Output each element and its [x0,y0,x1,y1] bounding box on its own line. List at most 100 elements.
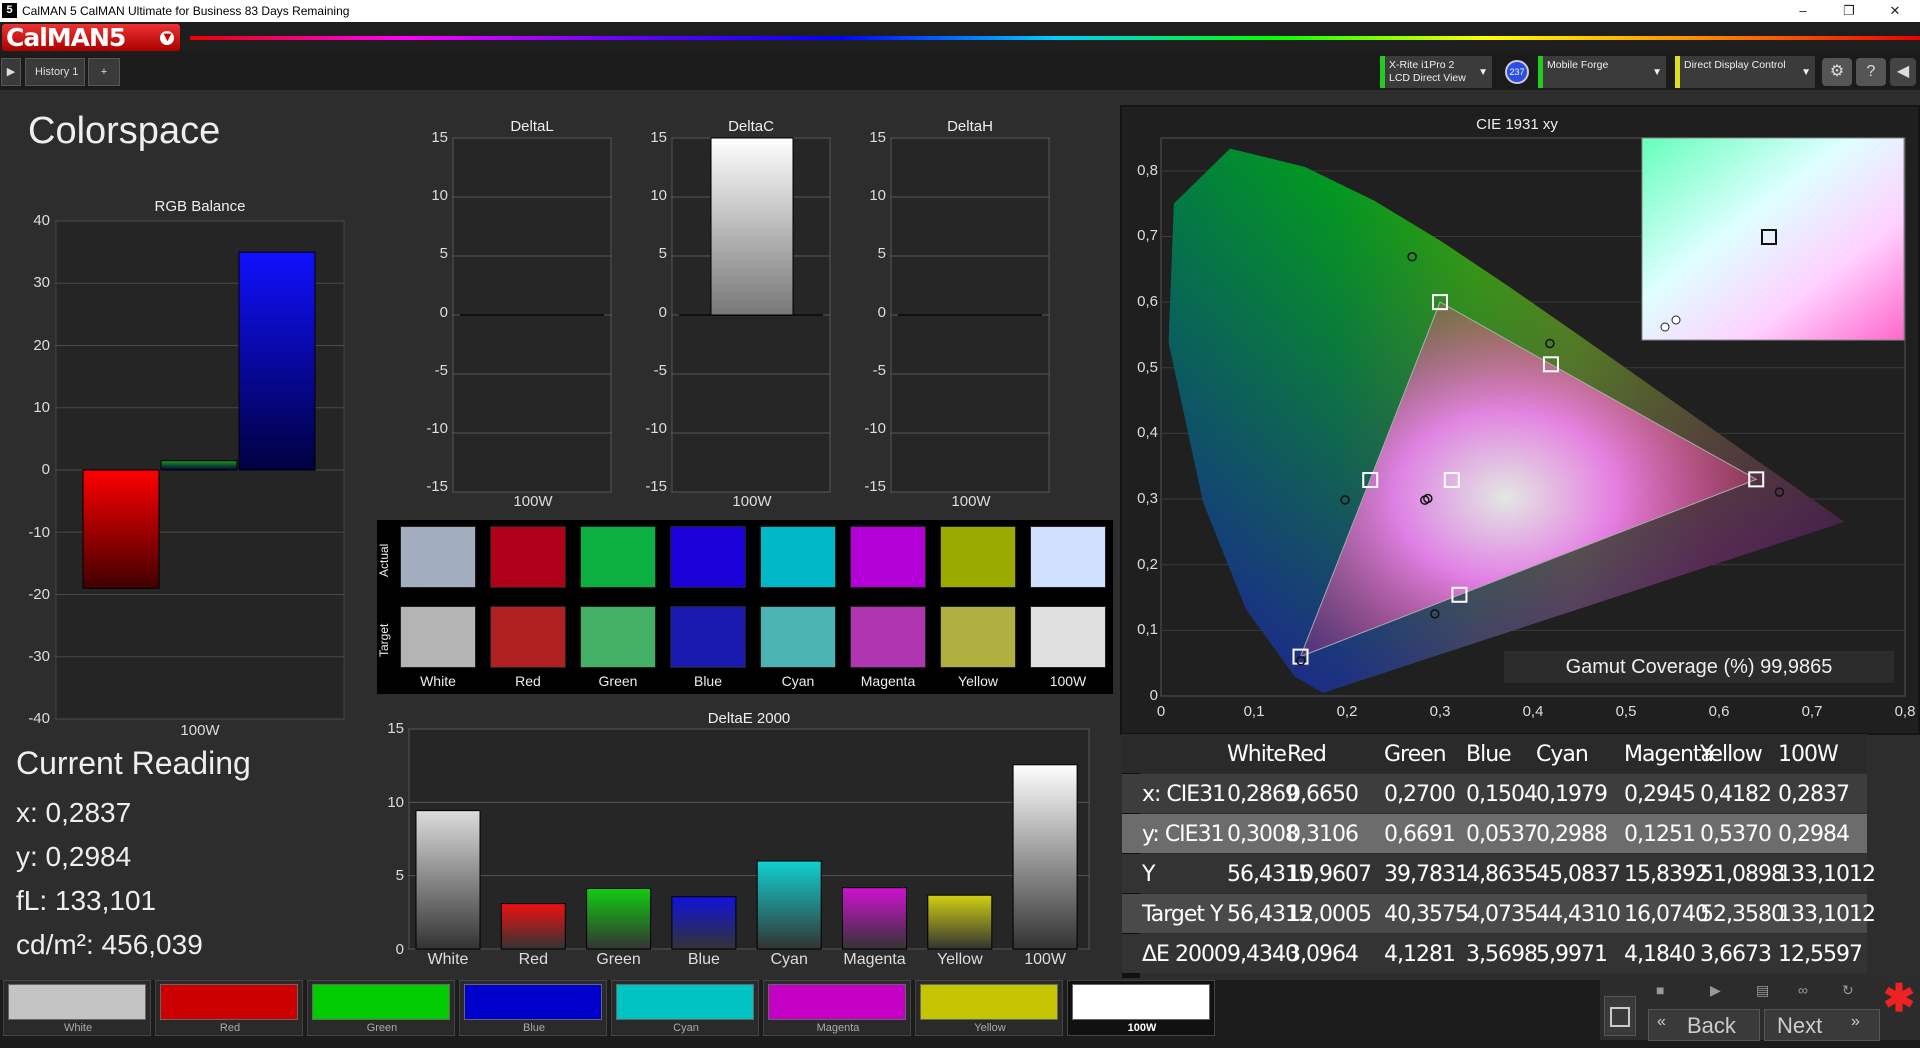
rgb-balance-chart [55,220,345,720]
table-row: x: CIE31 0,2869 0,6650 0,2700 0,1504 0,1979 0,… [1122,774,1867,813]
back-button[interactable]: « Back [1648,1009,1760,1041]
help-icon[interactable]: ? [1856,58,1886,86]
swatch-label: White [420,673,456,689]
patch-label: Green [366,1022,398,1034]
rgb-y-tick: 10 [33,398,50,416]
patch-label: Magenta [816,1022,860,1034]
calman-logo-menu[interactable]: CalMAN5 ▼ [2,24,180,51]
deltah-x-label: 100W [951,493,991,510]
delta-y-tick: -5 [434,361,448,379]
deltae-title: DeltaE 2000 [707,710,791,727]
patch-label: White [63,1022,93,1034]
target-swatch-white [400,606,476,668]
tab-history-1[interactable]: History 1 [25,58,85,86]
next-button[interactable]: Next » [1764,1009,1880,1041]
table-cell: 3,0964 [1287,942,1359,967]
delta-y-tick: 10 [869,187,886,205]
minimize-button[interactable]: – [1780,1,1826,21]
add-tab-button[interactable]: + [88,58,120,86]
patch-label: Cyan [673,1022,699,1034]
app-icon: 5 [2,3,17,18]
swatch-label: Green [598,673,638,689]
meter-selector[interactable]: X-Rite i1Pro 2 LCD Direct View ▼ [1380,56,1492,88]
page-title: Colorspace [28,110,221,152]
loop-icon[interactable]: ∞ [1798,982,1808,998]
patch-blue[interactable]: Blue [459,980,607,1036]
table-cell: 4,8635 [1466,862,1538,887]
stop-icon [1610,1007,1630,1027]
column-header: Blue [1466,742,1512,767]
target-row-label: Target [377,623,391,657]
play-icon[interactable]: ▶ [1,58,21,86]
table-cell: 0,6650 [1287,782,1359,807]
save-icon[interactable]: ▤ [1756,982,1769,999]
deltal-title: DeltaL [510,118,554,135]
source-name: Mobile Forge [1547,59,1609,71]
cie-y-tick: 0,6 [1137,293,1158,311]
deltac-x-label: 100W [732,493,772,510]
patch-swatch [768,984,906,1020]
source-selector[interactable]: Mobile Forge ▼ [1538,56,1666,88]
patch-white[interactable]: White [3,980,151,1036]
cie-y-tick: 0,2 [1137,555,1158,573]
table-cell: 0,1251 [1624,822,1696,847]
refresh-icon[interactable]: ↻ [1842,982,1854,999]
table-cell: 12,0005 [1287,902,1372,927]
delta-y-tick: -15 [426,478,448,496]
record-icon[interactable]: ■ [1656,982,1664,998]
patch-cyan[interactable]: Cyan [611,980,759,1036]
inset-measured-marker [1660,322,1670,332]
transport-controls: ■ ▶ ▤ ∞ ↻ [1648,982,1888,1006]
bar-100w [1012,764,1078,950]
table-row: Y 56,4315 10,9607 39,7831 4,8635 45,0837 15,83… [1122,854,1876,893]
display-selector[interactable]: Direct Display Control ▼ [1675,56,1815,88]
maximize-button[interactable]: ❐ [1826,1,1872,21]
rgb-y-tick: 30 [33,274,50,292]
close-button[interactable]: ✕ [1872,1,1918,21]
patch-swatch [312,984,450,1020]
patch-swatch [160,984,298,1020]
delta-y-tick: 5 [439,245,448,263]
table-cell: 0,4182 [1700,782,1772,807]
gear-icon[interactable]: ⚙ [1822,58,1852,86]
row-label: y: CIE31 [1142,822,1225,847]
deltae-x-tick: Magenta [843,951,906,968]
actual-swatch-red [490,526,566,588]
cie-x-tick: 0 [1156,703,1166,720]
deltae-x-tick: Green [596,951,641,968]
reading-fl: fL: 133,101 [16,885,157,916]
collapse-icon[interactable]: ◀ [1890,58,1916,86]
cie-x-tick: 0,2 [1336,703,1358,720]
column-header: Red [1287,742,1327,767]
patch-label: 100W [1127,1022,1157,1034]
bar-cyan [756,860,822,950]
table-cell: 0,2945 [1624,782,1696,807]
reading-x: x: 0,2837 [16,797,132,828]
patch-magenta[interactable]: Magenta [763,980,911,1036]
delta-y-tick: 5 [877,245,886,263]
gamut-coverage: Gamut Coverage (%) 99,9865 [1504,651,1894,683]
cie-y-tick: 0,5 [1137,358,1158,376]
delta-y-tick: 15 [431,129,448,146]
rainbow-bar [190,36,1920,40]
patch-swatch [1072,984,1210,1020]
bar-blue [238,251,316,471]
asterisk-icon[interactable]: ✱ [1882,980,1916,1018]
delta-y-tick: 15 [869,129,886,146]
patch-yellow[interactable]: Yellow [915,980,1063,1036]
chevron-down-icon: ▼ [160,31,174,45]
meter-badge[interactable]: 237 [1505,60,1529,84]
table-cell: 0,2700 [1384,782,1456,807]
play-icon[interactable]: ▶ [1710,982,1721,999]
table-cell: 0,2984 [1778,822,1850,847]
logo-text: CalMAN5 [6,23,126,52]
delta-y-tick: 5 [658,245,667,263]
swatch-label: Red [515,673,541,689]
stop-button[interactable] [1604,996,1636,1036]
actual-swatch-yellow [940,526,1016,588]
patch-100w[interactable]: 100W [1067,980,1215,1036]
patch-red[interactable]: Red [155,980,303,1036]
target-swatch-yellow [940,606,1016,668]
patch-green[interactable]: Green [307,980,455,1036]
bar-magenta [842,887,907,950]
